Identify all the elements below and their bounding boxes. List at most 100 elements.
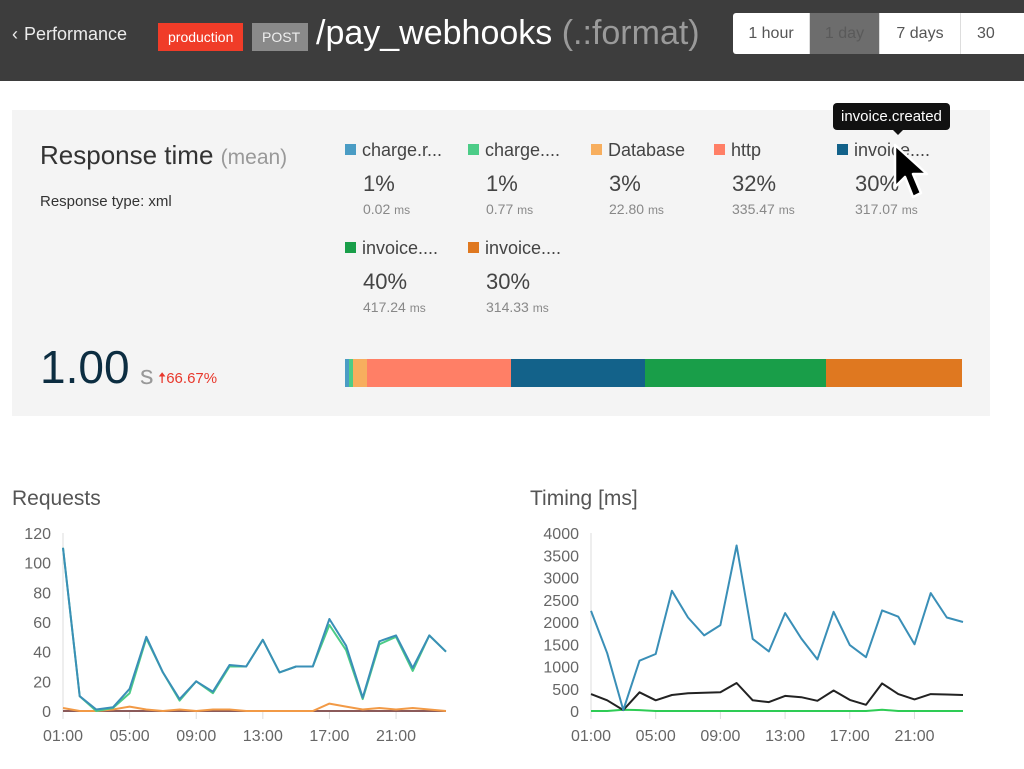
legend-percent: 1%: [486, 171, 518, 196]
response-type-label: Response type: xml: [40, 193, 172, 210]
series-line-success: [62, 547, 447, 712]
requests-chart: 0 20 40 60 80 100 120 01:00 05:00 09:00 13:00 17:00…: [24, 526, 447, 745]
endpoint-format: (.:format): [561, 14, 700, 52]
response-time-heading: Response time: [40, 140, 214, 170]
x-tick-label: 01:00: [43, 728, 83, 745]
legend-text: 417.24: [363, 299, 406, 315]
legend-text: 317.07: [855, 201, 898, 217]
chevron-left-icon: ‹: [12, 24, 18, 44]
x-tick-label: 21:00: [376, 728, 416, 745]
legend-swatch: [837, 144, 848, 155]
stacked-bar-segment[interactable]: [645, 359, 826, 387]
y-tick-label: 4000: [543, 526, 579, 543]
legend-swatch: [714, 144, 725, 155]
legend-label: charge.r...: [345, 140, 465, 161]
method-badge: POST: [252, 23, 308, 51]
x-tick-label: 17:00: [830, 728, 870, 745]
series-line-other: [62, 702, 447, 712]
response-time-summary: Response time (mean) Response type: xml …: [12, 110, 990, 416]
mouse-cursor-icon: [893, 143, 929, 199]
timing-chart-title: Timing [ms]: [530, 487, 638, 510]
breakdown-legend-item[interactable]: charge.r... 1% 0.02 ms: [345, 140, 465, 217]
legend-percent: 40%: [363, 269, 408, 294]
y-tick-label: 80: [33, 585, 51, 602]
x-tick-label: 09:00: [176, 728, 216, 745]
legend-text: ms: [517, 203, 534, 217]
legend-text: invoice....: [485, 238, 562, 258]
breakdown-legend-item[interactable]: http 32% 335.47 ms: [714, 140, 834, 217]
breakdown-legend-item[interactable]: invoice.... 40% 417.24 ms: [345, 238, 465, 315]
legend-text: Database: [608, 140, 686, 160]
legend-text: 22.80: [609, 201, 645, 217]
breakdown-legend-item[interactable]: invoice.... 30% 314.33 ms: [468, 238, 588, 315]
breakdown-legend-item[interactable]: charge.... 1% 0.77 ms: [468, 140, 588, 217]
y-tick-label: 3000: [543, 571, 579, 588]
legend-text: ms: [409, 301, 426, 315]
legend-text: 314.33: [486, 299, 529, 315]
legend-label: http: [714, 140, 834, 161]
response-delta-value: 66.67%: [166, 370, 218, 387]
x-tick-label: 17:00: [309, 728, 349, 745]
legend-text: charge.r...: [362, 140, 443, 160]
legend-tooltip: invoice.created: [833, 103, 950, 135]
legend-ms: 335.47 ms: [732, 201, 834, 217]
x-tick-label: 09:00: [700, 728, 740, 745]
legend-swatch: [591, 144, 602, 155]
response-time-title: Response time (mean): [40, 140, 287, 171]
range-30-days-button[interactable]: 30 days: [961, 13, 1024, 54]
endpoint-path: /pay_webhooks: [316, 14, 553, 52]
range-7-days-button[interactable]: 7 days: [880, 13, 961, 54]
y-tick-label: 500: [552, 682, 579, 699]
top-bar: ‹ Performance production POST /pay_webhoo…: [0, 0, 1024, 81]
legend-ms: 417.24 ms: [363, 299, 465, 315]
legend-text: ms: [394, 203, 411, 217]
stacked-bar-segment[interactable]: [353, 359, 368, 387]
x-tick-label: 05:00: [636, 728, 676, 745]
y-tick-label: 0: [42, 704, 51, 721]
series-line-mean: [590, 682, 964, 712]
legend-percent: 32%: [732, 171, 777, 196]
legend-text: http: [731, 140, 762, 160]
legend-swatch: [345, 144, 356, 155]
time-range-selector: 1 hour 1 day 7 days 30 days: [733, 13, 1024, 54]
legend-ms: 0.77 ms: [486, 201, 588, 217]
legend-label: invoice....: [468, 238, 588, 259]
legend-text: 0.02: [363, 201, 391, 217]
y-tick-label: 2500: [543, 593, 579, 610]
timing-chart: 0 500 1000 1500 2000 2500 3000 3500 4000 01:00 05:…: [543, 526, 964, 745]
stacked-bar-segment[interactable]: [367, 359, 511, 387]
legend-text: ms: [532, 301, 549, 315]
legend-ms: 314.33 ms: [486, 299, 588, 315]
legend-text: 0.77: [486, 201, 514, 217]
legend-text: 335.47: [732, 201, 775, 217]
stacked-bar-segment[interactable]: [510, 359, 646, 387]
legend-label: Database: [591, 140, 711, 161]
y-tick-label: 60: [33, 615, 51, 632]
legend-label: invoice....: [345, 238, 465, 259]
legend-label: charge....: [468, 140, 588, 161]
legend-percent: 3%: [609, 171, 641, 196]
legend-swatch: [468, 242, 479, 253]
back-to-performance-link[interactable]: ‹ Performance: [12, 24, 127, 45]
series-line-total: [62, 547, 447, 711]
y-tick-label: 0: [570, 704, 579, 721]
mean-response-unit: s: [140, 360, 154, 390]
y-tick-label: 1500: [543, 637, 579, 654]
x-tick-label: 01:00: [571, 728, 611, 745]
legend-text: ms: [647, 203, 664, 217]
range-1-day-button[interactable]: 1 day: [810, 13, 880, 54]
stacked-bar-segment[interactable]: [825, 359, 962, 387]
series-line-min: [591, 708, 963, 712]
requests-chart-title: Requests: [12, 487, 101, 510]
series-line-max: [590, 544, 964, 712]
response-time-qualifier: (mean): [220, 146, 288, 169]
environment-badge: production: [158, 23, 244, 51]
y-tick-label: 100: [24, 556, 51, 573]
x-tick-label: 13:00: [765, 728, 805, 745]
y-tick-label: 3500: [543, 548, 579, 565]
response-delta: 🠅66.67%: [158, 368, 217, 393]
y-tick-label: 40: [33, 645, 51, 662]
range-1-hour-button[interactable]: 1 hour: [733, 13, 810, 54]
breakdown-legend-item[interactable]: Database 3% 22.80 ms: [591, 140, 711, 217]
legend-text: ms: [778, 203, 795, 217]
